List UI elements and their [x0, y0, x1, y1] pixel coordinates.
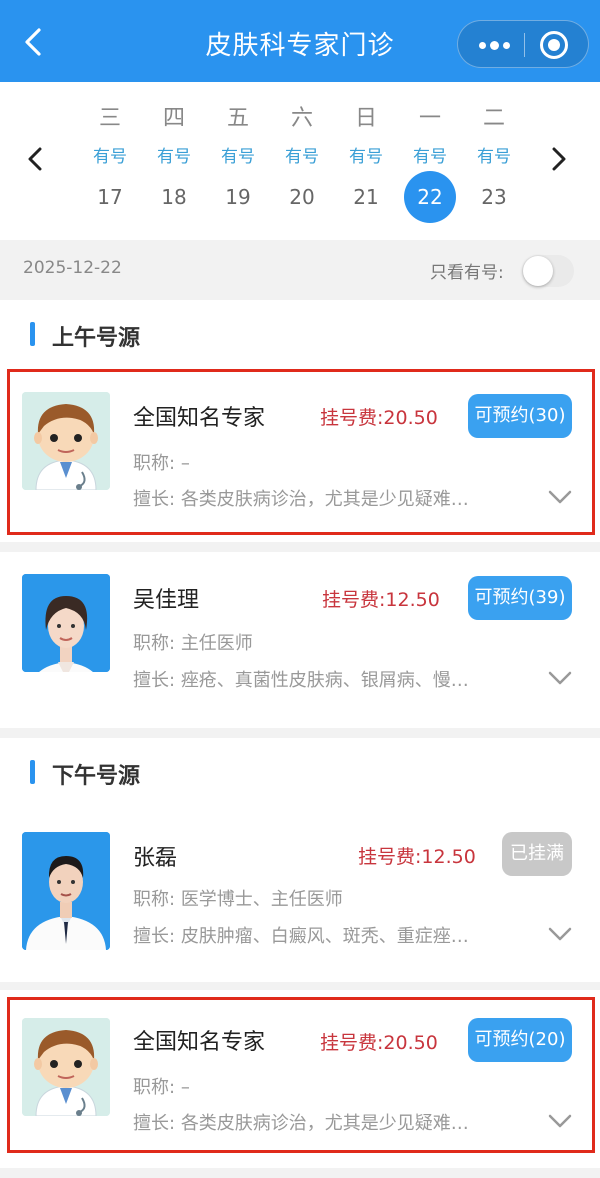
day-number: 22	[404, 171, 456, 223]
day-number: 19	[225, 185, 251, 209]
section-title: 下午号源	[52, 764, 141, 789]
title-value: 主任医师	[180, 633, 253, 654]
weekday-label: 五	[226, 106, 249, 131]
calendar-day[interactable]: 日 有号 21	[334, 82, 398, 240]
fee-label: 挂号费:	[358, 846, 422, 868]
doctor-title-line: 职称: 主任医师	[133, 629, 253, 655]
next-week-button[interactable]	[544, 144, 574, 174]
doctor-card[interactable]: 张磊 挂号费:12.50 已挂满 职称: 医学博士、主任医师 擅长: 皮肤肿瘤、…	[0, 800, 600, 982]
only-available-label: 只看有号:	[430, 263, 504, 283]
availability-label: 有号	[221, 147, 255, 167]
weekday-label: 二	[482, 106, 505, 131]
calendar-day[interactable]: 三 有号 17	[78, 82, 142, 240]
title-label: 职称:	[133, 633, 176, 654]
selected-date: 2025-12-22	[23, 258, 122, 278]
section-header-morning: 上午号源	[0, 300, 600, 362]
weekday-label: 一	[418, 106, 441, 131]
toggle-knob	[523, 256, 553, 286]
fully-booked-button[interactable]: 已挂满	[502, 832, 572, 876]
highlight-box	[7, 369, 595, 535]
top-navigation-bar: 皮肤科专家门诊	[0, 0, 600, 82]
availability-label: 有号	[285, 147, 319, 167]
previous-week-button[interactable]	[20, 144, 50, 174]
filter-bar: 2025-12-22 只看有号:	[0, 240, 600, 300]
section-header-afternoon: 下午号源	[0, 738, 600, 800]
section-accent-bar	[30, 322, 35, 346]
doctor-name: 吴佳理	[133, 588, 200, 613]
calendar-day[interactable]: 二 有号 23	[462, 82, 526, 240]
section-title: 上午号源	[52, 326, 141, 351]
weekday-label: 六	[290, 106, 313, 131]
chevron-down-icon[interactable]	[548, 670, 572, 686]
section-accent-bar	[30, 760, 35, 784]
registration-fee: 挂号费:12.50	[358, 842, 476, 869]
chevron-down-icon[interactable]	[548, 926, 572, 942]
date-selector: 三 有号 17 四 有号 18 五 有号 19 六 有号 20 日 有号 21 …	[0, 82, 600, 240]
day-number: 23	[481, 185, 507, 209]
specialty-label: 擅长:	[133, 926, 176, 947]
day-number: 20	[289, 185, 315, 209]
specialty-value: 痤疮、真菌性皮肤病、银屑病、慢…	[180, 670, 469, 691]
calendar-day[interactable]: 五 有号 19	[206, 82, 270, 240]
availability-label: 有号	[477, 147, 511, 167]
fee-value: 12.50	[385, 589, 440, 611]
specialty-label: 擅长:	[133, 670, 176, 691]
day-number: 21	[353, 185, 379, 209]
doctor-name: 张磊	[133, 846, 178, 871]
availability-label: 有号	[349, 147, 383, 167]
doctor-title-line: 职称: 医学博士、主任医师	[133, 885, 343, 911]
target-icon[interactable]	[540, 31, 568, 59]
weekday-label: 四	[162, 106, 185, 131]
calendar-day[interactable]: 四 有号 18	[142, 82, 206, 240]
day-number: 18	[161, 185, 187, 209]
registration-fee: 挂号费:12.50	[322, 585, 440, 612]
chevron-right-icon	[552, 147, 566, 171]
weekday-label: 日	[354, 106, 377, 131]
doctor-photo	[22, 574, 110, 672]
highlight-box	[7, 997, 595, 1153]
book-button[interactable]: 可预约(39)	[468, 576, 572, 620]
doctor-card[interactable]: 吴佳理 挂号费:12.50 可预约(39) 职称: 主任医师 擅长: 痤疮、真菌…	[0, 552, 600, 728]
weekday-label: 三	[98, 106, 121, 131]
calendar-day-selected[interactable]: 一 有号 22	[398, 82, 462, 240]
fee-label: 挂号费:	[322, 589, 386, 611]
availability-label: 有号	[157, 147, 191, 167]
availability-label: 有号	[93, 147, 127, 167]
availability-label: 有号	[413, 147, 447, 167]
title-label: 职称:	[133, 889, 176, 910]
mini-program-capsule	[457, 20, 589, 68]
chevron-left-icon	[28, 147, 42, 171]
doctor-photo	[22, 832, 110, 950]
only-available-toggle[interactable]	[522, 255, 574, 287]
day-number: 17	[97, 185, 123, 209]
more-dots-icon	[478, 41, 486, 49]
specialty-value: 皮肤肿瘤、白癜风、斑秃、重症痤…	[180, 926, 469, 947]
calendar-day[interactable]: 六 有号 20	[270, 82, 334, 240]
more-button[interactable]	[468, 21, 520, 69]
title-value: 医学博士、主任医师	[180, 889, 343, 910]
doctor-specialty-line: 擅长: 痤疮、真菌性皮肤病、银屑病、慢…	[133, 666, 469, 692]
doctor-specialty-line: 擅长: 皮肤肿瘤、白癜风、斑秃、重症痤…	[133, 922, 469, 948]
fee-value: 12.50	[421, 846, 476, 868]
